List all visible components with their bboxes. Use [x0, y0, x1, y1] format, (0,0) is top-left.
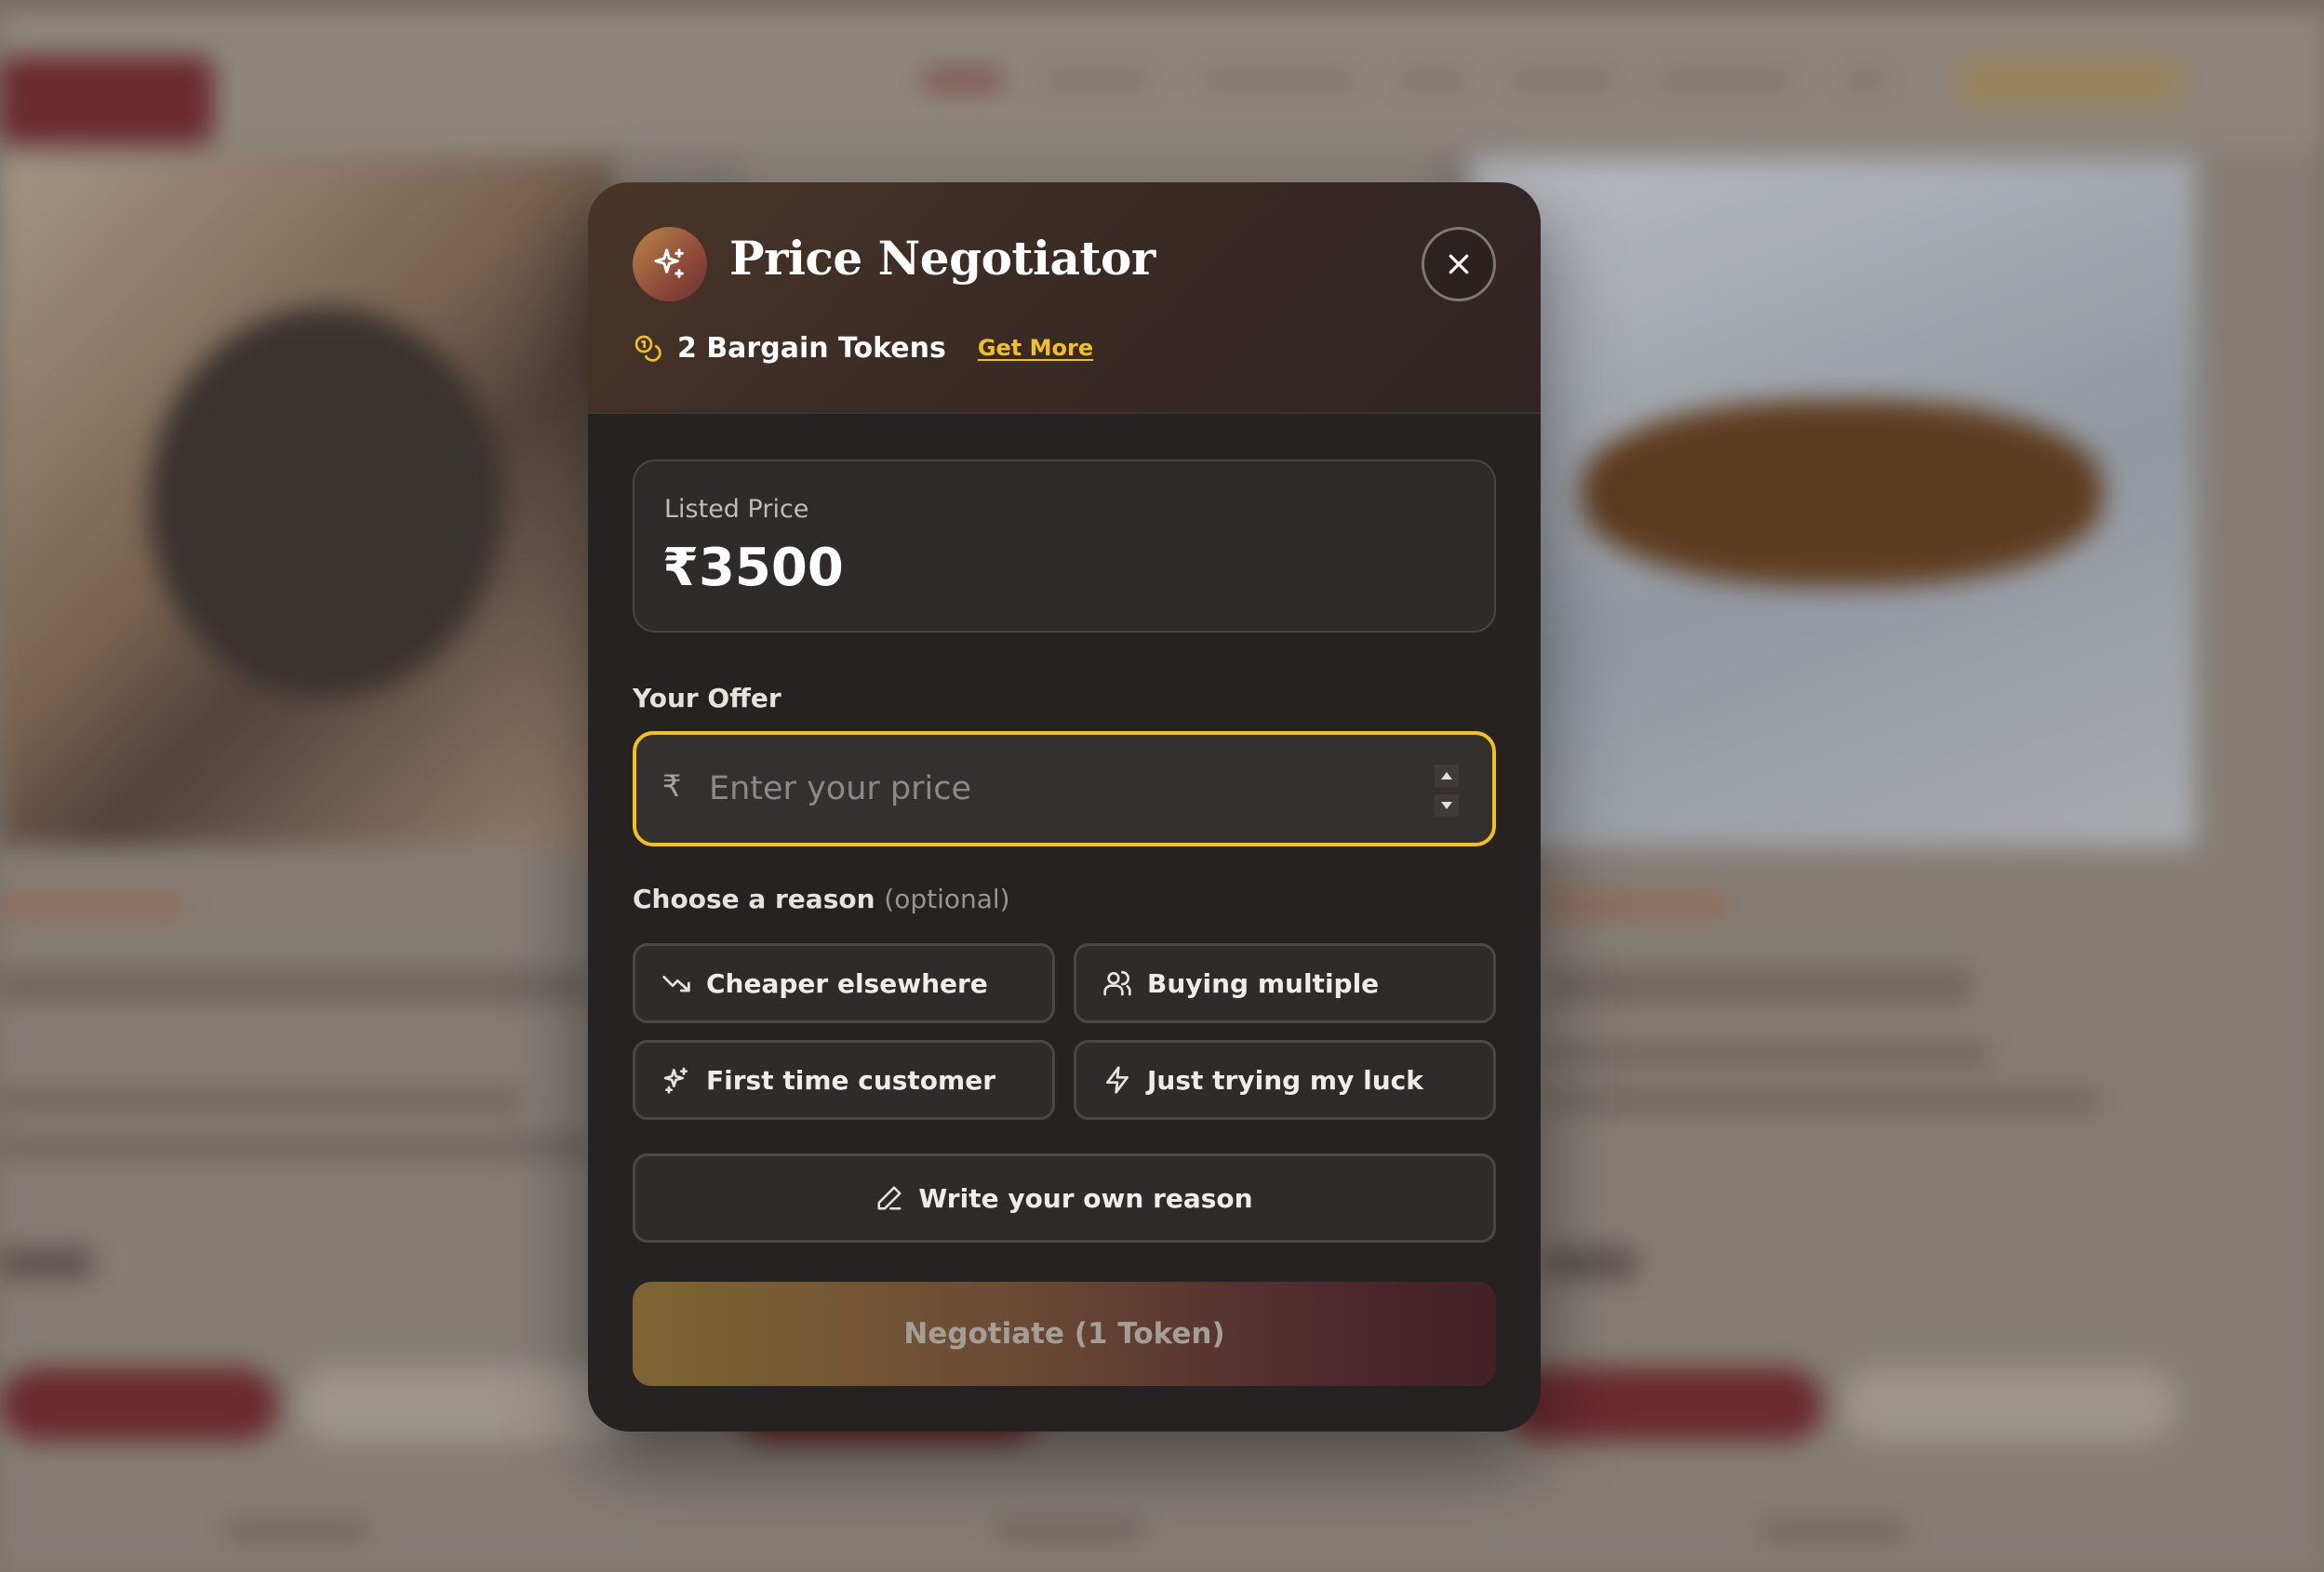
tokens-row: 2 Bargain Tokens Get More	[633, 329, 1093, 366]
listed-price-value: ₹3500	[662, 538, 844, 598]
price-negotiator-modal: Price Negotiator 2 Bargain Tokens Get Mo…	[588, 182, 1541, 1432]
listed-price-card: Listed Price ₹3500	[633, 460, 1496, 633]
caret-up-icon	[1441, 772, 1452, 779]
modal-header: Price Negotiator 2 Bargain Tokens Get Mo…	[588, 182, 1541, 414]
listed-price-label: Listed Price	[664, 495, 809, 524]
number-stepper[interactable]	[1433, 765, 1461, 817]
reason-chip-first-time-customer[interactable]: First time customer	[633, 1040, 1055, 1120]
coins-icon	[634, 335, 661, 362]
reason-chip-just-trying-luck[interactable]: Just trying my luck	[1074, 1040, 1496, 1120]
offer-price-input[interactable]	[709, 755, 1397, 822]
reason-chip-label: Just trying my luck	[1147, 1064, 1423, 1096]
close-icon	[1449, 254, 1469, 274]
write-own-reason-label: Write your own reason	[918, 1182, 1253, 1214]
get-more-link[interactable]: Get More	[978, 335, 1093, 361]
reason-chip-label: First time customer	[706, 1064, 996, 1096]
negotiate-button[interactable]: Negotiate (1 Token)	[633, 1282, 1496, 1386]
offer-field[interactable]: ₹	[633, 731, 1496, 846]
reason-optional-text: (optional)	[884, 884, 1010, 914]
pencil-icon	[877, 1186, 902, 1210]
offer-label: Your Offer	[633, 683, 781, 713]
stepper-down-button[interactable]	[1435, 794, 1459, 817]
currency-prefix: ₹	[662, 768, 682, 804]
negotiate-button-label: Negotiate (1 Token)	[903, 1317, 1225, 1351]
users-icon	[1103, 970, 1131, 996]
write-own-reason-button[interactable]: Write your own reason	[633, 1153, 1496, 1243]
reason-chip-cheaper-elsewhere[interactable]: Cheaper elsewhere	[633, 943, 1055, 1023]
caret-down-icon	[1441, 802, 1452, 809]
lightning-icon	[1106, 1066, 1129, 1094]
reason-chip-buying-multiple[interactable]: Buying multiple	[1074, 943, 1496, 1023]
reason-chip-label: Cheaper elsewhere	[706, 967, 988, 999]
reason-chip-label: Buying multiple	[1147, 967, 1380, 999]
stepper-up-button[interactable]	[1435, 765, 1459, 787]
reason-label: Choose a reason (optional)	[633, 884, 1010, 914]
bargain-tokens-count: 2 Bargain Tokens	[677, 331, 946, 365]
close-button[interactable]	[1422, 227, 1496, 301]
sparkles-icon	[663, 1067, 688, 1094]
reason-label-text: Choose a reason	[633, 884, 875, 914]
modal-title: Price Negotiator	[729, 231, 1155, 286]
sparkles-icon	[633, 227, 707, 301]
trending-down-icon	[662, 976, 690, 992]
